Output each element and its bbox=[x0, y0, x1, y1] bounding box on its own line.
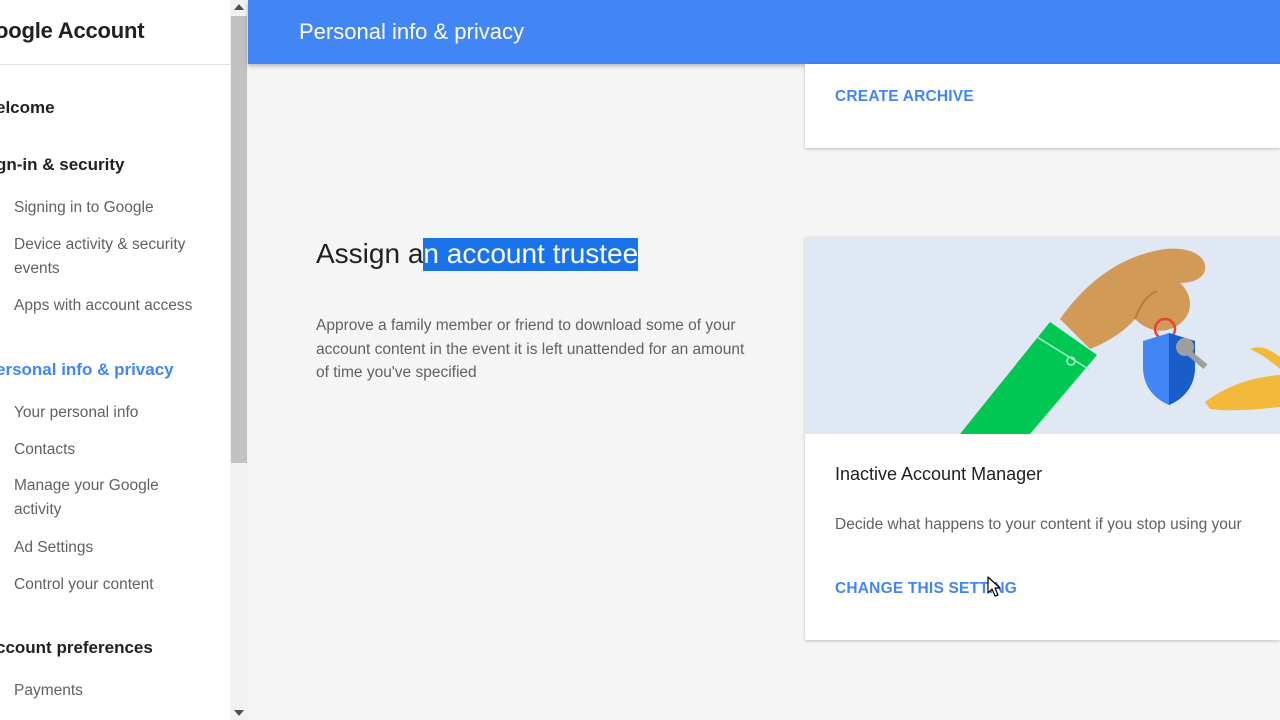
app-header: Personal info & privacy bbox=[248, 0, 1280, 64]
section-heading-selected-text: n account trustee bbox=[423, 238, 639, 271]
section-description: Approve a family member or friend to dow… bbox=[316, 317, 745, 381]
nav-item-device-activity[interactable]: Device activity & security events bbox=[14, 233, 209, 281]
sidebar-divider bbox=[0, 64, 230, 65]
nav-item-control-content[interactable]: Control your content bbox=[14, 573, 214, 597]
card-description: Decide what happens to your content if y… bbox=[835, 516, 1242, 533]
scroll-down-arrow-icon[interactable] bbox=[234, 710, 244, 716]
nav-item-personal-info[interactable]: Your personal info bbox=[14, 401, 214, 425]
nav-item-apps-access[interactable]: Apps with account access bbox=[14, 294, 214, 318]
card-title: Inactive Account Manager bbox=[835, 464, 1043, 484]
nav-item-ad-settings[interactable]: Ad Settings bbox=[14, 536, 214, 560]
section-heading-text: Assign a bbox=[316, 238, 424, 269]
sidebar: oogle Account elcome gn-in & security Si… bbox=[0, 0, 230, 720]
key-handoff-illustration bbox=[805, 237, 1280, 434]
mouse-pointer-icon bbox=[987, 576, 1001, 597]
inactive-account-manager-card: Inactive Account Manager Decide what hap… bbox=[805, 237, 1280, 640]
nav-section-sign-in-security[interactable]: gn-in & security bbox=[0, 155, 124, 175]
nav-section-account-preferences[interactable]: ccount preferences bbox=[0, 638, 153, 658]
nav-item-payments[interactable]: Payments bbox=[14, 679, 214, 703]
nav-section-welcome[interactable]: elcome bbox=[0, 98, 55, 118]
sidebar-title: oogle Account bbox=[0, 18, 145, 43]
page-title: Personal info & privacy bbox=[299, 19, 524, 44]
nav-item-contacts[interactable]: Contacts bbox=[14, 438, 214, 462]
nav-item-signing-in[interactable]: Signing in to Google bbox=[14, 196, 214, 220]
archive-card: CREATE ARCHIVE bbox=[805, 64, 1280, 148]
create-archive-button[interactable]: CREATE ARCHIVE bbox=[835, 88, 974, 106]
nav-item-manage-activity[interactable]: Manage your Google activity bbox=[14, 474, 184, 522]
section-heading: Assign an account trustee bbox=[316, 238, 639, 271]
scroll-up-arrow-icon[interactable] bbox=[234, 4, 244, 10]
scroll-thumb[interactable] bbox=[231, 16, 247, 463]
nav-section-personal-info-privacy[interactable]: ersonal info & privacy bbox=[0, 360, 174, 380]
sidebar-scrollbar[interactable] bbox=[230, 0, 248, 720]
